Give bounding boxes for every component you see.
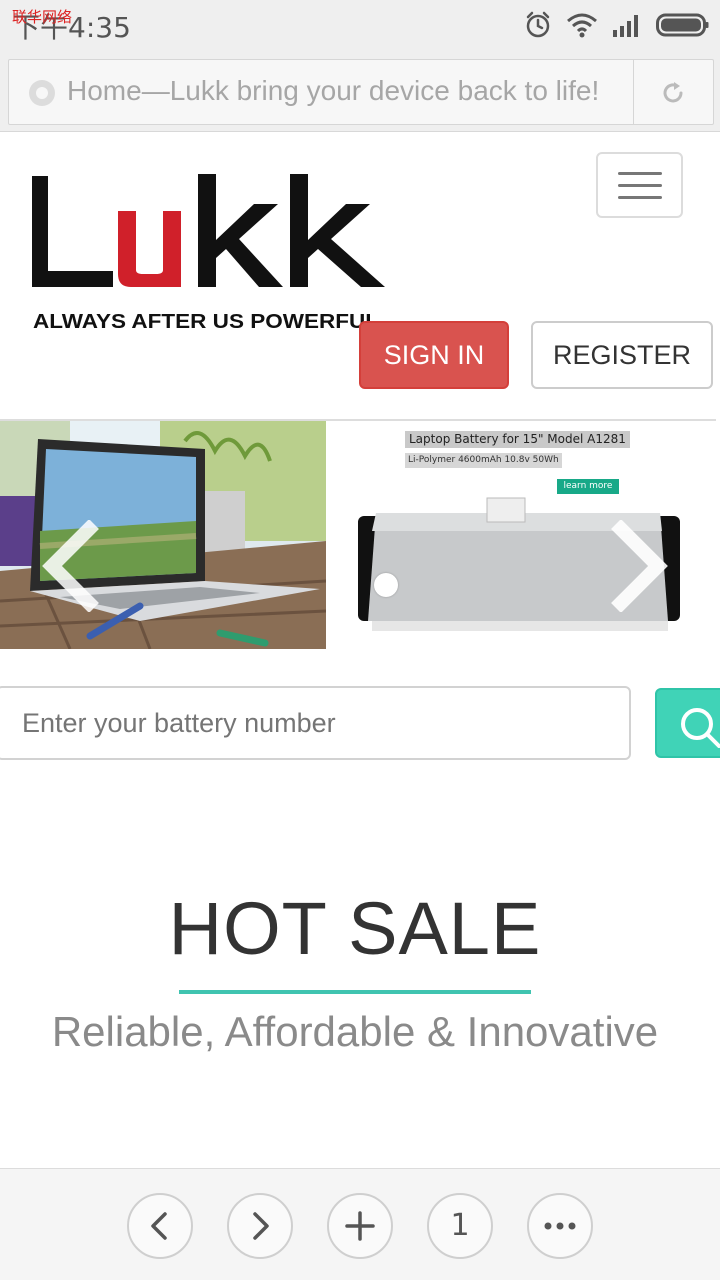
section-subtitle: Reliable, Affordable & Innovative	[51, 1008, 659, 1055]
url-field[interactable]: Home—Lukk bring your device back to life…	[8, 59, 714, 125]
wifi-icon	[567, 13, 597, 38]
alarm-icon	[526, 11, 550, 38]
forward-icon	[253, 1212, 269, 1240]
carousel-indicator[interactable]	[374, 573, 398, 597]
more-menu-button[interactable]	[527, 1193, 593, 1259]
promo-spec: Li-Polymer 4600mAh 10.8v 50Wh	[405, 453, 562, 468]
register-button[interactable]: REGISTER	[531, 321, 713, 389]
new-tab-icon	[345, 1211, 375, 1241]
promo-title: Laptop Battery for 15" Model A1281	[405, 431, 630, 448]
site-logo[interactable]: ALWAYS AFTER US POWERFUL	[28, 166, 398, 336]
battery-search-input[interactable]	[0, 686, 631, 760]
search-icon	[681, 708, 720, 748]
forward-button[interactable]	[227, 1193, 293, 1259]
signal-icon	[613, 15, 638, 37]
favicon-icon	[29, 80, 55, 106]
hamburger-menu-icon[interactable]	[596, 152, 683, 218]
battery-icon	[656, 13, 709, 37]
browser-bottom-bar: 1	[0, 1168, 720, 1280]
status-bar: 下午4:35 联华网络	[0, 0, 720, 50]
carrier-watermark: 联华网络	[12, 8, 73, 26]
section-title: HOT SALE	[168, 887, 542, 970]
new-tab-button[interactable]	[327, 1193, 393, 1259]
back-button[interactable]	[127, 1193, 193, 1259]
logo-tagline: ALWAYS AFTER US POWERFUL	[33, 311, 379, 333]
address-divider	[633, 60, 634, 124]
chevron-right-icon[interactable]	[604, 520, 670, 612]
section-title-underline	[179, 990, 531, 994]
tabs-button[interactable]: 1	[427, 1193, 493, 1259]
more-icon	[544, 1222, 576, 1230]
tabs-icon: 1	[450, 1208, 470, 1243]
browser-address-bar: Home—Lukk bring your device back to life…	[0, 50, 720, 132]
reload-icon[interactable]	[659, 79, 687, 107]
search-button[interactable]	[655, 688, 720, 758]
learn-more-button[interactable]: learn more	[557, 479, 619, 494]
page-title[interactable]: Home—Lukk bring your device back to life…	[67, 75, 599, 107]
sign-in-button[interactable]: SIGN IN	[359, 321, 509, 389]
chevron-left-icon[interactable]	[40, 520, 106, 612]
back-icon	[151, 1212, 167, 1240]
status-icons	[524, 10, 710, 40]
